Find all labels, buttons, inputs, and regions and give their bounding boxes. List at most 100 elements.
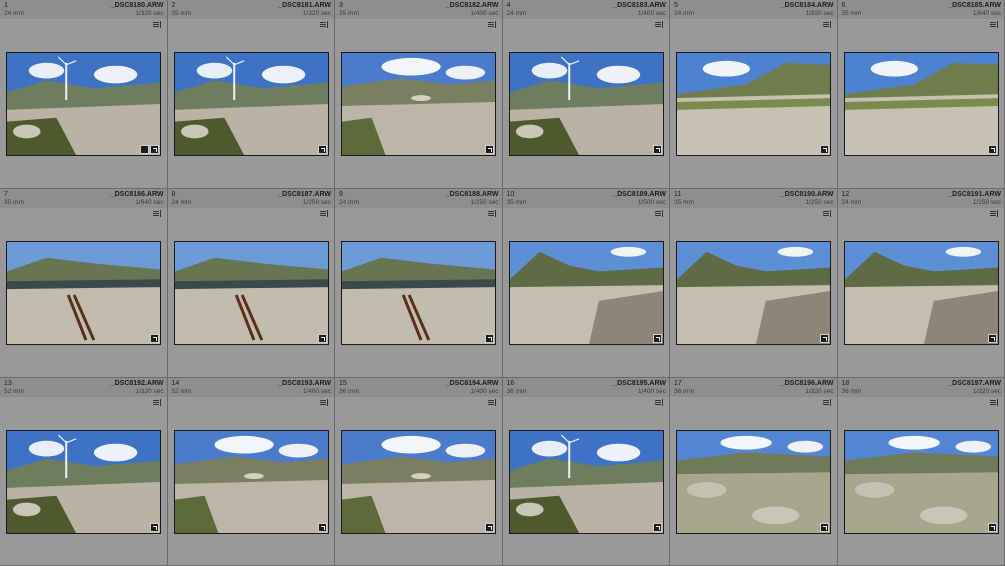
photo-focal-length: 24 mm: [841, 199, 862, 206]
crop-icon[interactable]: [140, 145, 149, 154]
photo-thumbnail[interactable]: [341, 241, 496, 345]
photo-header: 4 _DSC8183.ARW 24 mm 1/400 sec: [502, 0, 669, 19]
photo-thumbnail[interactable]: [508, 241, 664, 345]
photo-index: 5: [674, 2, 678, 9]
photo-shutter-speed: 1/250 sec: [470, 199, 499, 206]
filmstrip-grid: 1 _DSC8180.ARW 24 mm 1/320 sec 2 _DSC818…: [0, 0, 1005, 566]
photo-shutter-speed: 1/320 sec: [135, 10, 164, 17]
photo-cell[interactable]: 15 _DSC8194.ARW 36 mm 1/400 sec: [335, 378, 503, 566]
landscape-image: [342, 431, 495, 533]
develop-settings-icon[interactable]: [820, 523, 829, 532]
develop-settings-icon[interactable]: [485, 523, 494, 532]
photo-shutter-speed: 1/250 sec: [972, 199, 1001, 206]
photo-cell[interactable]: 8 _DSC8187.ARW 24 mm 1/250 sec: [167, 189, 335, 378]
photo-index: 4: [506, 2, 511, 9]
metadata-icon[interactable]: [152, 399, 163, 406]
photo-thumbnail[interactable]: [843, 430, 999, 534]
photo-shutter-speed: 1/250 sec: [805, 199, 834, 206]
photo-cell[interactable]: 1 _DSC8180.ARW 24 mm 1/320 sec: [0, 0, 168, 189]
photo-shutter-speed: 1/640 sec: [972, 10, 1001, 17]
photo-cell[interactable]: 11 _DSC8190.ARW 35 mm 1/250 sec: [670, 189, 838, 378]
photo-thumbnail[interactable]: [341, 430, 496, 534]
photo-thumbnail[interactable]: [173, 241, 329, 345]
photo-filename: _DSC8181.ARW: [278, 2, 331, 9]
photo-thumbnail[interactable]: [843, 241, 999, 345]
photo-thumbnail[interactable]: [173, 52, 329, 156]
photo-thumbnail[interactable]: [676, 241, 831, 345]
photo-filename: _DSC8180.ARW: [110, 2, 164, 9]
photo-focal-length: 35 mm: [674, 199, 694, 206]
develop-settings-icon[interactable]: [317, 334, 327, 343]
develop-settings-icon[interactable]: [150, 523, 159, 532]
photo-index: 14: [171, 380, 180, 387]
photo-cell[interactable]: 5 _DSC8184.ARW 24 mm 1/320 sec: [670, 0, 838, 189]
photo-cell[interactable]: 9 _DSC8188.ARW 24 mm 1/250 sec: [335, 189, 503, 378]
photo-thumbnail[interactable]: [508, 52, 664, 156]
photo-cell[interactable]: 6 _DSC8185.ARW 35 mm 1/640 sec: [837, 0, 1005, 189]
develop-settings-icon[interactable]: [987, 523, 997, 532]
develop-settings-icon[interactable]: [987, 145, 997, 154]
photo-focal-length: 24 mm: [171, 199, 192, 206]
develop-settings-icon[interactable]: [317, 523, 327, 532]
photo-index: 12: [841, 191, 850, 198]
photo-thumbnail[interactable]: [6, 241, 161, 345]
develop-settings-icon[interactable]: [652, 145, 662, 154]
metadata-icon[interactable]: [990, 21, 1000, 28]
metadata-icon[interactable]: [320, 21, 330, 28]
metadata-icon[interactable]: [990, 210, 1000, 217]
photo-cell[interactable]: 4 _DSC8183.ARW 24 mm 1/400 sec: [502, 0, 670, 189]
photo-cell[interactable]: 3 _DSC8182.ARW 35 mm 1/400 sec: [335, 0, 503, 189]
landscape-image: [342, 53, 495, 155]
photo-focal-length: 52 mm: [171, 388, 192, 395]
metadata-icon[interactable]: [990, 399, 1000, 406]
develop-settings-icon[interactable]: [820, 334, 829, 343]
photo-shutter-speed: 1/400 sec: [302, 388, 331, 395]
metadata-icon[interactable]: [320, 399, 330, 406]
metadata-icon[interactable]: [822, 210, 833, 217]
photo-cell[interactable]: 12 _DSC8191.ARW 24 mm 1/250 sec: [837, 189, 1005, 378]
photo-thumbnail[interactable]: [6, 430, 161, 534]
metadata-icon[interactable]: [320, 210, 330, 217]
develop-settings-icon[interactable]: [485, 334, 494, 343]
photo-thumbnail[interactable]: [341, 52, 496, 156]
photo-filename: _DSC8191.ARW: [948, 191, 1001, 198]
landscape-image: [677, 431, 830, 533]
metadata-icon[interactable]: [487, 210, 498, 217]
landscape-image: [7, 431, 160, 533]
metadata-icon[interactable]: [655, 399, 665, 406]
develop-settings-icon[interactable]: [652, 334, 662, 343]
photo-thumbnail[interactable]: [843, 52, 999, 156]
photo-thumbnail[interactable]: [173, 430, 329, 534]
photo-thumbnail[interactable]: [676, 52, 831, 156]
develop-settings-icon[interactable]: [652, 523, 662, 532]
photo-thumbnail[interactable]: [676, 430, 831, 534]
develop-settings-icon[interactable]: [150, 334, 159, 343]
metadata-icon[interactable]: [655, 21, 665, 28]
photo-cell[interactable]: 2 _DSC8181.ARW 35 mm 1/320 sec: [167, 0, 335, 189]
develop-settings-icon[interactable]: [150, 145, 159, 154]
photo-focal-length: 24 mm: [674, 10, 694, 17]
photo-cell[interactable]: 16 _DSC8195.ARW 36 mm 1/400 sec: [502, 378, 670, 566]
metadata-icon[interactable]: [487, 21, 498, 28]
metadata-icon[interactable]: [822, 21, 833, 28]
photo-cell[interactable]: 7 _DSC8186.ARW 35 mm 1/640 sec: [0, 189, 168, 378]
photo-header: 16 _DSC8195.ARW 36 mm 1/400 sec: [502, 378, 669, 397]
photo-filename: _DSC8196.ARW: [780, 380, 834, 387]
photo-cell[interactable]: 14 _DSC8193.ARW 52 mm 1/400 sec: [167, 378, 335, 566]
photo-cell[interactable]: 10 _DSC8189.ARW 35 mm 1/500 sec: [502, 189, 670, 378]
metadata-icon[interactable]: [655, 210, 665, 217]
develop-settings-icon[interactable]: [820, 145, 829, 154]
metadata-icon[interactable]: [152, 21, 163, 28]
develop-settings-icon[interactable]: [987, 334, 997, 343]
photo-thumbnail[interactable]: [508, 430, 664, 534]
photo-cell[interactable]: 18 _DSC8197.ARW 36 mm 1/320 sec: [837, 378, 1005, 566]
photo-thumbnail[interactable]: [6, 52, 161, 156]
photo-cell[interactable]: 17 _DSC8196.ARW 36 mm 1/320 sec: [670, 378, 838, 566]
metadata-icon[interactable]: [822, 399, 833, 406]
metadata-icon[interactable]: [152, 210, 163, 217]
metadata-icon[interactable]: [487, 399, 498, 406]
photo-focal-length: 52 mm: [4, 388, 24, 395]
develop-settings-icon[interactable]: [485, 145, 494, 154]
develop-settings-icon[interactable]: [317, 145, 327, 154]
photo-cell[interactable]: 13 _DSC8192.ARW 52 mm 1/320 sec: [0, 378, 168, 566]
